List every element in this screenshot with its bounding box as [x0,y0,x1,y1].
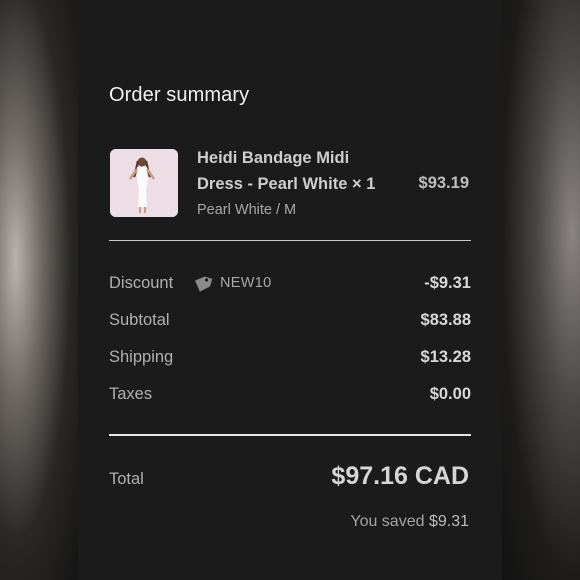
savings-note: You saved $9.31 [350,513,469,531]
discount-code: NEW10 [220,275,272,291]
dress-photo-icon [110,149,178,217]
product-thumbnail [110,149,178,217]
subtotal-label: Subtotal [109,311,170,329]
order-summary-title: Order summary [109,84,250,106]
subtotal-row: Subtotal $83.88 [109,311,471,333]
product-price: $93.19 [418,174,469,192]
subtotal-value: $83.88 [420,311,471,329]
shipping-row: Shipping $13.28 [109,348,471,370]
discount-value: -$9.31 [424,274,471,292]
tag-icon [195,276,213,292]
divider [109,240,471,241]
background-right-blur [502,0,580,580]
discount-label: Discount [109,274,174,292]
savings-prefix: You saved [350,513,425,530]
order-summary-panel: Order summary Heidi Bandage Midi Dress -… [78,0,502,580]
total-label: Total [109,470,144,488]
shipping-label: Shipping [109,348,174,366]
taxes-value: $0.00 [429,385,471,403]
product-name: Heidi Bandage Midi Dress - Pearl White ×… [197,149,376,193]
shipping-value: $13.28 [420,348,471,366]
taxes-label: Taxes [109,385,153,403]
taxes-row: Taxes $0.00 [109,385,471,407]
total-divider [109,434,471,436]
background-left-blur [0,0,78,580]
total-value: $97.16 CAD [331,462,469,490]
discount-row: Discount NEW10 -$9.31 [109,274,471,296]
savings-amount: $9.31 [428,513,469,530]
product-variant: Pearl White / M [197,202,297,218]
